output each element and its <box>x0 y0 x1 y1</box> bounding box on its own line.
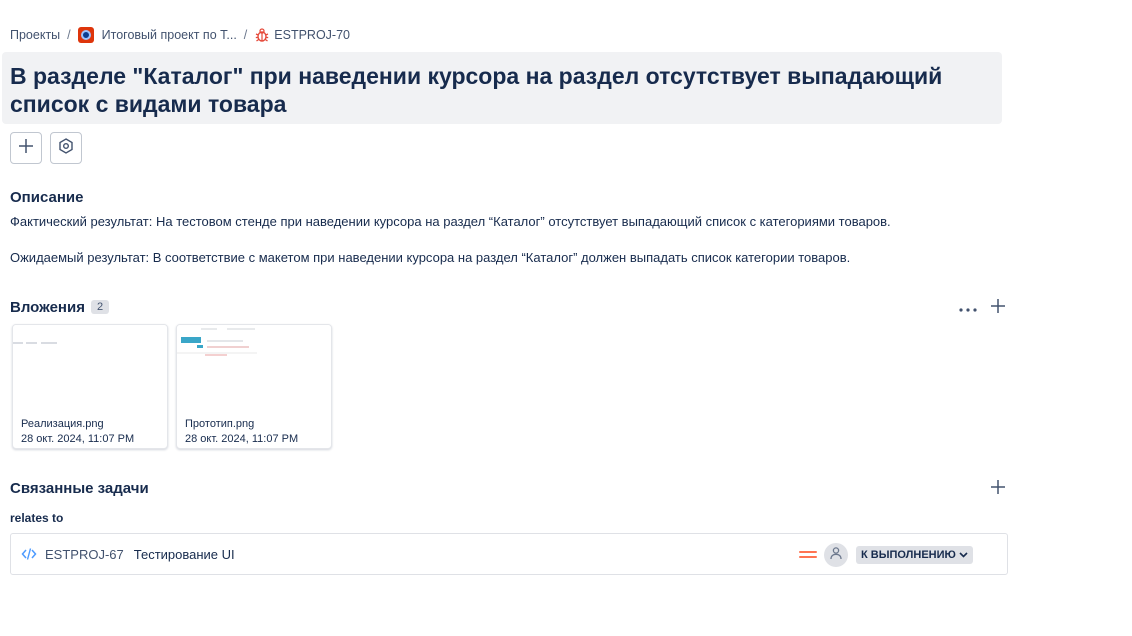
linked-issue-row[interactable]: ESTPROJ-67 Тестирование UI К ВЫПОЛНЕНИЮ <box>10 533 1008 575</box>
plus-icon <box>18 138 34 159</box>
attachment-name: Прототип.png <box>185 418 255 430</box>
status-label: К ВЫПОЛНЕНИЮ <box>861 549 956 561</box>
attachments-count-badge: 2 <box>90 300 110 314</box>
description-actual[interactable]: Фактический результат: На тестовом стенд… <box>10 214 891 229</box>
breadcrumb-separator: / <box>243 28 248 42</box>
attachment-card[interactable]: Реализация.png 28 окт. 2024, 11:07 PM <box>12 324 168 449</box>
breadcrumb-projects[interactable]: Проекты <box>10 28 60 42</box>
linked-issues-heading: Связанные задачи <box>10 480 149 497</box>
status-dropdown[interactable]: К ВЫПОЛНЕНИЮ <box>856 546 973 564</box>
attachment-thumbnail <box>177 325 331 413</box>
add-button[interactable] <box>10 132 42 164</box>
code-icon <box>21 546 37 562</box>
attachments-heading: Вложения 2 <box>10 299 110 316</box>
attachment-name: Реализация.png <box>21 418 104 430</box>
attachment-date: 28 окт. 2024, 11:07 PM <box>21 433 135 445</box>
hexagon-gear-icon <box>58 137 74 159</box>
description-expected[interactable]: Ожидаемый результат: В соответствие с ма… <box>10 250 850 265</box>
breadcrumb: Проекты / Итоговый проект по Т... / ESTP… <box>10 26 350 44</box>
assignee-avatar[interactable] <box>824 543 848 567</box>
breadcrumb-project[interactable]: Итоговый проект по Т... <box>102 28 237 42</box>
linked-issue-key[interactable]: ESTPROJ-67 <box>45 547 124 562</box>
issue-title-box[interactable]: В разделе "Каталог" при наведении курсор… <box>2 52 1002 124</box>
more-horizontal-icon <box>959 299 977 317</box>
description-heading: Описание <box>10 189 84 206</box>
linked-issue-summary[interactable]: Тестирование UI <box>134 547 235 562</box>
plus-icon <box>990 298 1006 319</box>
attachments-title: Вложения <box>10 299 85 316</box>
plus-icon <box>990 479 1006 500</box>
apps-button[interactable] <box>50 132 82 164</box>
attachment-thumbnail <box>13 325 167 413</box>
add-linked-issue-button[interactable] <box>986 477 1010 501</box>
breadcrumb-separator: / <box>67 28 71 42</box>
bug-icon <box>254 27 270 43</box>
issue-title[interactable]: В разделе "Каталог" при наведении курсор… <box>10 62 994 118</box>
attachments-more-button[interactable] <box>956 296 980 320</box>
chevron-down-icon <box>959 552 968 558</box>
user-icon <box>829 546 843 565</box>
project-avatar-icon <box>77 27 94 43</box>
attachment-date: 28 окт. 2024, 11:07 PM <box>185 433 299 445</box>
priority-medium-icon <box>799 547 817 561</box>
relation-type-label: relates to <box>10 511 64 525</box>
attachment-card[interactable]: Прототип.png 28 окт. 2024, 11:07 PM <box>176 324 332 449</box>
add-attachment-button[interactable] <box>986 296 1010 320</box>
breadcrumb-issue-key[interactable]: ESTPROJ-70 <box>274 28 350 42</box>
